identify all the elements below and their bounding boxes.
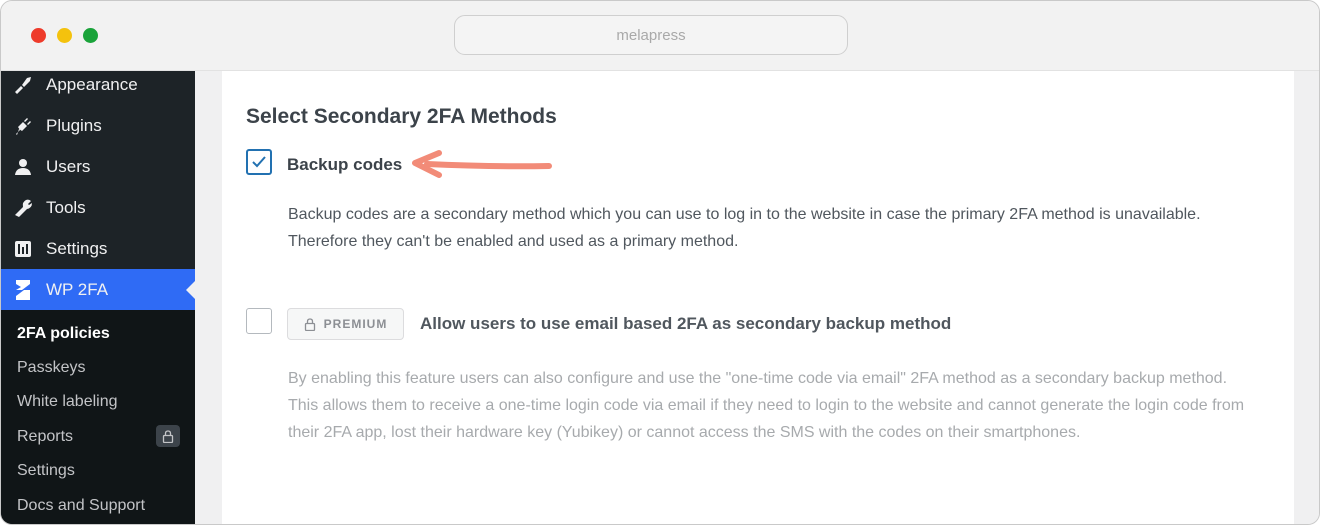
submenu-item-settings[interactable]: Settings (17, 460, 75, 482)
settings-sliders-icon (13, 239, 33, 259)
minimize-window-button[interactable] (57, 28, 72, 43)
submenu-item-docs-support[interactable]: Docs and Support (17, 495, 145, 517)
email-backup-label: Allow users to use email based 2FA as se… (420, 314, 952, 333)
sidebar-item-label: Settings (46, 238, 108, 258)
submenu-item-reports[interactable]: Reports (17, 426, 73, 448)
checkmark-icon (252, 156, 266, 168)
user-icon (13, 157, 33, 177)
paintbrush-icon (13, 75, 33, 95)
submenu-item-white-labeling[interactable]: White labeling (17, 391, 118, 413)
browser-window: melapress Appearance Plugins Users Tools… (0, 0, 1320, 525)
submenu-item-2fa-policies[interactable]: 2FA policies (17, 323, 110, 345)
wp2fa-logo-icon (13, 279, 33, 300)
premium-badge-label: PREMIUM (323, 317, 388, 331)
premium-badge: PREMIUM (287, 308, 404, 340)
lock-icon (156, 425, 180, 447)
sidebar-item-plugins[interactable]: Plugins (1, 105, 195, 146)
backup-codes-checkbox[interactable] (246, 149, 272, 175)
backup-codes-label[interactable]: Backup codes (287, 155, 402, 175)
sidebar-item-users[interactable]: Users (1, 146, 195, 187)
sidebar-item-wp-2fa[interactable]: WP 2FA (1, 269, 195, 310)
sidebar-item-appearance[interactable]: Appearance (1, 64, 195, 105)
settings-panel (222, 71, 1294, 524)
browser-titlebar: melapress (1, 1, 1319, 71)
backup-codes-description: Backup codes are a secondary method whic… (288, 206, 1201, 250)
close-window-button[interactable] (31, 28, 46, 43)
sidebar-item-label: Appearance (46, 74, 138, 94)
admin-sidebar: Appearance Plugins Users Tools Settings (1, 71, 195, 524)
submenu-item-passkeys[interactable]: Passkeys (17, 357, 85, 379)
wrench-icon (13, 198, 33, 218)
lock-icon (304, 317, 315, 331)
sidebar-item-label: Tools (46, 197, 86, 217)
address-bar[interactable]: melapress (454, 15, 848, 55)
email-backup-checkbox[interactable] (246, 308, 272, 334)
section-title: Select Secondary 2FA Methods (246, 105, 557, 128)
sidebar-item-label: WP 2FA (46, 279, 109, 299)
annotation-arrow-icon (412, 150, 552, 178)
sidebar-item-label: Plugins (46, 115, 102, 135)
email-backup-description: By enabling this feature users can also … (288, 370, 1245, 441)
sidebar-item-tools[interactable]: Tools (1, 187, 195, 228)
address-bar-text: melapress (616, 26, 686, 44)
plug-icon (13, 116, 33, 136)
sidebar-item-label: Users (46, 156, 91, 176)
maximize-window-button[interactable] (83, 28, 98, 43)
sidebar-item-settings[interactable]: Settings (1, 228, 195, 269)
